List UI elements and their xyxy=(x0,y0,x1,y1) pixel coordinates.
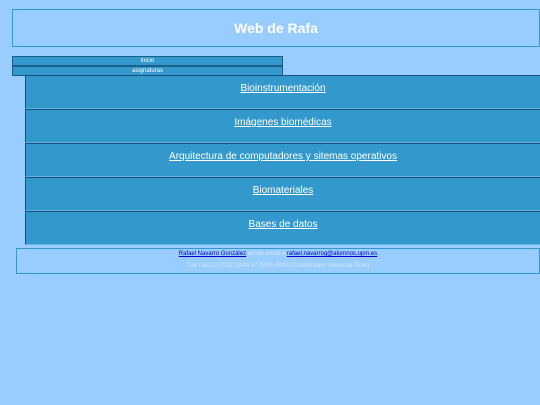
footer: Rafael Navarro González enviar email a r… xyxy=(16,248,540,274)
header-banner: Web de Rafa xyxy=(12,9,540,47)
nav-item-inicio[interactable]: inicio xyxy=(12,56,283,66)
page: Web de Rafa inicio asignaturas Bioinstru… xyxy=(0,0,540,405)
subject-link-biomateriales[interactable]: Biomateriales xyxy=(253,185,314,196)
send-email-text: enviar email a xyxy=(246,251,287,257)
subject-link-arquitectura[interactable]: Arquitectura de computadores y sitemas o… xyxy=(169,151,397,162)
subject-row-biomateriales: Biomateriales xyxy=(25,177,540,211)
subject-row-bases-de-datos: Bases de datos xyxy=(25,211,540,245)
subject-link-bioinstrumentacion[interactable]: Bioinstrumentación xyxy=(240,83,325,94)
subject-row-arquitectura: Arquitectura de computadores y sitemas o… xyxy=(25,143,540,177)
footer-contact-line: Rafael Navarro González enviar email a r… xyxy=(17,251,539,257)
author-link[interactable]: Rafael Navarro González xyxy=(179,251,246,257)
subject-link-bases-de-datos[interactable]: Bases de datos xyxy=(249,219,318,230)
subject-link-imagenes-biomedicas[interactable]: Imágenes biomédicas xyxy=(234,117,331,128)
subject-row-imagenes-biomedicas: Imágenes biomédicas xyxy=(25,109,540,143)
footer-timestamp: Tue Dec 12 2023 18:48:47 GMT+0000 (Coord… xyxy=(186,263,370,269)
email-link[interactable]: rafael.navarrog@alumnos.upm.es xyxy=(287,251,377,257)
page-title: Web de Rafa xyxy=(234,20,318,36)
subjects-list: Bioinstrumentación Imágenes biomédicas A… xyxy=(25,75,540,245)
top-nav: inicio asignaturas xyxy=(12,56,283,76)
subject-row-bioinstrumentacion: Bioinstrumentación xyxy=(25,75,540,109)
